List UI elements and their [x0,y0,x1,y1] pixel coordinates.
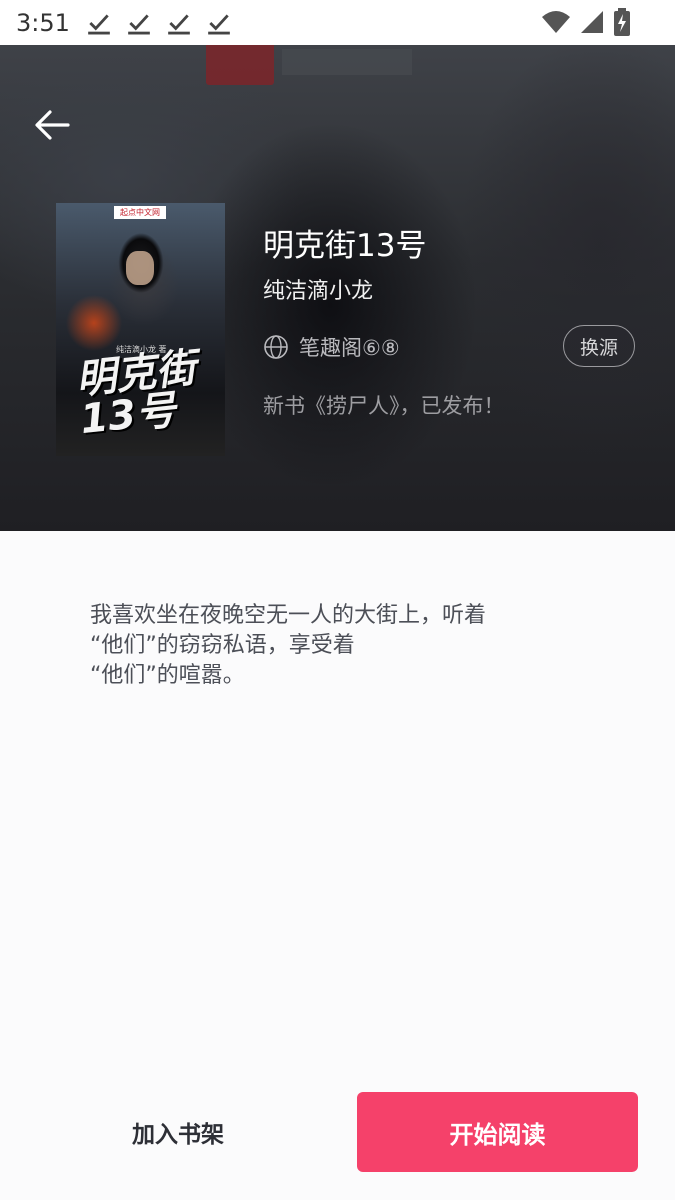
download-done-icon [168,13,190,34]
system-status-icons [541,8,631,36]
globe-icon [264,335,288,359]
status-time: 3:51 [16,8,70,37]
add-to-shelf-button[interactable]: 加入书架 [40,1092,316,1172]
cover-figure-face [126,251,154,285]
cellular-signal-icon [581,11,603,33]
battery-charging-icon [614,8,630,36]
source-row: 笔趣阁⑥⑧ [263,332,400,362]
start-reading-button[interactable]: 开始阅读 [357,1092,638,1172]
status-bar: 3:51 [0,0,675,45]
cover-publisher-badge: 起点中文网 [114,206,166,219]
cover-title: 明克街13号 [73,345,199,444]
latest-chapter[interactable]: 新书《捞尸人》，已发布！ [263,390,505,420]
download-done-icon [208,13,230,34]
background-blurred-text [282,49,412,75]
change-source-button[interactable]: 换源 [563,325,635,367]
download-done-icon [128,13,150,34]
source-name: 笔趣阁⑥⑧ [299,336,400,360]
download-done-icon [88,13,110,34]
book-intro: 我喜欢坐在夜晚空无一人的大街上，听着 “他们”的窃窃私语，享受着 “他们”的喧嚣… [90,603,487,688]
book-title: 明克街13号 [263,228,427,264]
background-blurred-logo [206,45,274,85]
download-notification-icons [86,10,232,36]
book-author[interactable]: 纯洁滴小龙 [263,273,373,305]
wifi-icon [542,11,570,33]
book-header: 起点中文网 纯洁滴小龙 著 明克街13号 明克街13号 纯洁滴小龙 笔趣阁⑥⑧ … [0,45,675,531]
back-arrow-icon[interactable] [30,103,74,147]
book-cover[interactable]: 起点中文网 纯洁滴小龙 著 明克街13号 [56,203,225,456]
